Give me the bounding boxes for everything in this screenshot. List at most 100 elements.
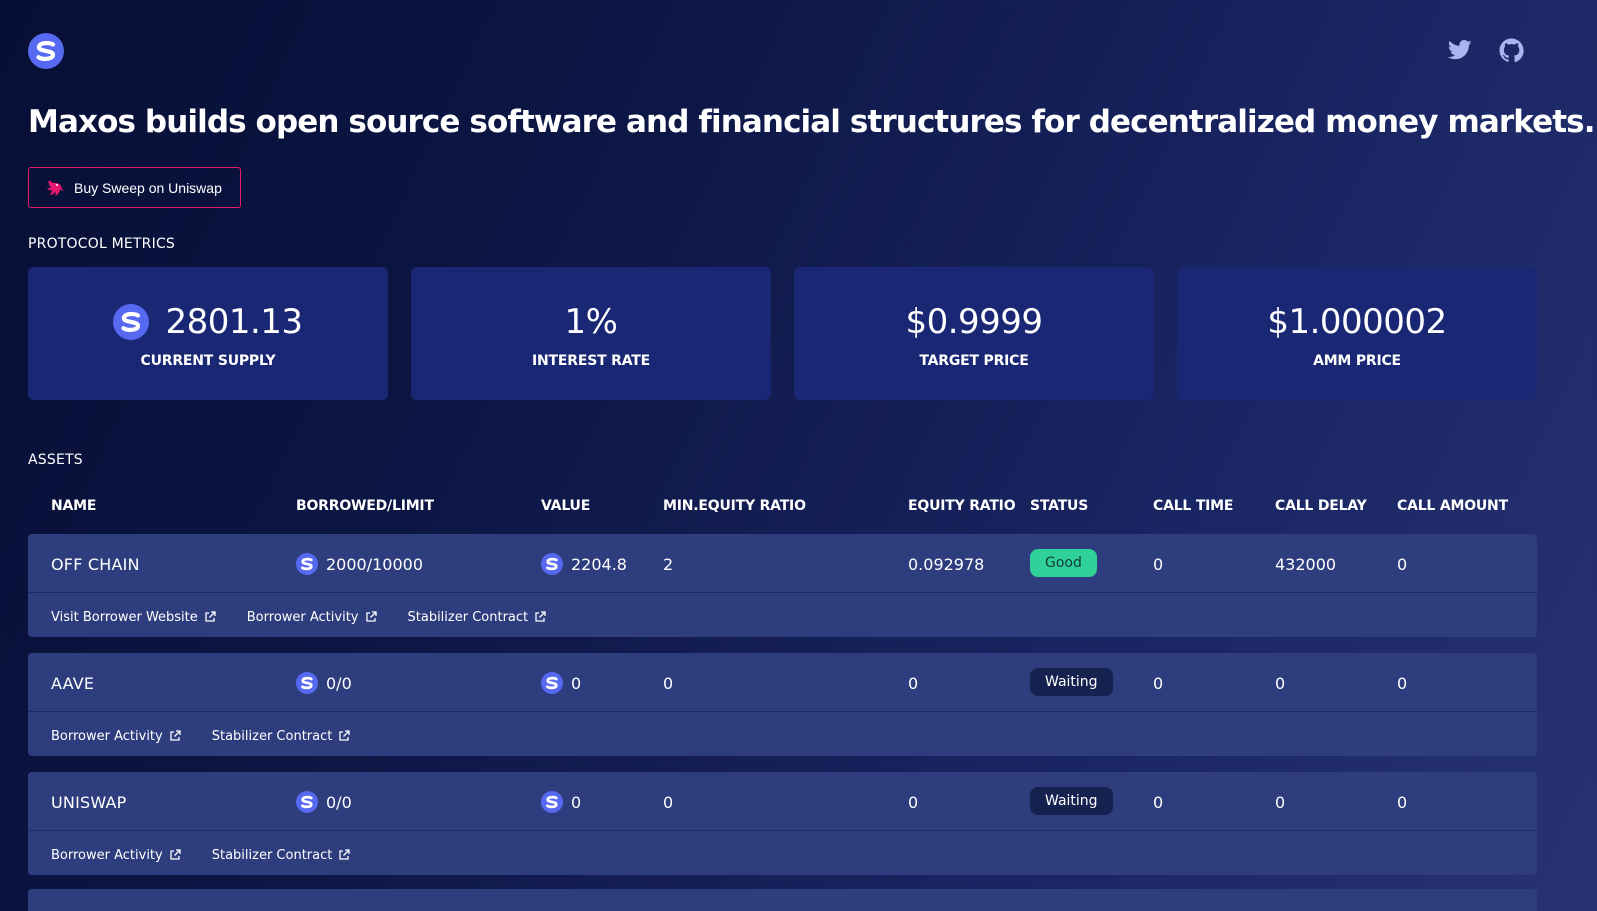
external-link-icon (204, 611, 216, 623)
asset-call-amount: 0 (1397, 673, 1408, 693)
asset-call-delay: 0 (1275, 673, 1286, 693)
metric-label: AMM PRICE (1313, 352, 1401, 369)
external-link-icon (169, 730, 181, 742)
asset-link[interactable]: Borrower Activity (51, 846, 181, 864)
sweep-logo-icon (296, 553, 318, 575)
asset-link-label: Borrower Activity (51, 728, 163, 744)
asset-call-delay: 0 (1275, 792, 1286, 812)
external-link-icon (534, 611, 546, 623)
uniswap-icon (44, 177, 66, 199)
asset-row-main: OFF CHAIN 2000/10000 2204.8 2 0.092978 Good 0 4… (28, 534, 1537, 593)
asset-link[interactable]: Stabilizer Contract (212, 846, 351, 864)
sweep-logo-icon (296, 791, 318, 813)
metric-value: 1% (564, 301, 618, 342)
asset-row: AAVE 0/0 0 0 0 Waiting 0 0 0 Borrower Activity Sta… (28, 653, 1537, 756)
asset-link-label: Borrower Activity (246, 609, 359, 625)
asset-link[interactable]: Stabilizer Contract (212, 727, 351, 745)
column-header-min-equity-ratio: MIN.EQUITY RATIO (663, 498, 806, 514)
asset-value-cell: 0 (541, 672, 582, 694)
column-header-status: STATUS (1030, 498, 1089, 514)
asset-borrowed-limit-cell: 2000/10000 (296, 553, 424, 575)
asset-link[interactable]: Borrower Activity (51, 727, 181, 745)
external-link-icon (169, 849, 181, 861)
asset-value-cell: 2204.8 (541, 553, 627, 575)
protocol-metrics-title: PROTOCOL METRICS (28, 236, 176, 252)
asset-call-time: 0 (1153, 792, 1164, 812)
metric-value: $0.9999 (905, 301, 1043, 342)
sweep-logo-icon[interactable] (28, 33, 64, 69)
external-link-icon (338, 849, 351, 861)
asset-borrowed-limit-cell: 0/0 (296, 791, 352, 813)
metric-card-interest-rate: 1% INTEREST RATE (411, 267, 771, 400)
asset-min-equity-ratio: 0 (663, 673, 674, 693)
metric-card-amm-price: $1.000002 AMM PRICE (1177, 267, 1537, 400)
metric-card-target-price: $0.9999 TARGET PRICE (794, 267, 1154, 400)
asset-call-amount: 0 (1397, 792, 1408, 812)
asset-row-partial (28, 889, 1537, 911)
metric-label: CURRENT SUPPLY (140, 352, 276, 369)
asset-name: OFF CHAIN (51, 554, 140, 574)
sweep-logo-icon (296, 672, 318, 694)
column-header-equity-ratio: EQUITY RATIO (908, 498, 1016, 514)
sweep-logo-icon (541, 553, 563, 575)
asset-link-label: Visit Borrower Website (51, 609, 198, 625)
asset-call-time: 0 (1153, 673, 1164, 693)
asset-row-main: AAVE 0/0 0 0 0 Waiting 0 0 0 (28, 653, 1537, 712)
asset-link[interactable]: Visit Borrower Website (51, 608, 216, 626)
metric-value: 2801.13 (165, 301, 303, 342)
asset-call-amount: 0 (1397, 554, 1408, 574)
asset-row: OFF CHAIN 2000/10000 2204.8 2 0.092978 Good 0 4… (28, 534, 1537, 637)
asset-links: Borrower Activity Stabilizer Contract (51, 846, 381, 864)
column-header-call-amount: CALL AMOUNT (1397, 498, 1508, 514)
metric-value-row: 2801.13 (113, 299, 303, 345)
asset-link-label: Borrower Activity (51, 847, 163, 863)
asset-equity-ratio: 0.092978 (908, 554, 985, 574)
asset-min-equity-ratio: 0 (663, 792, 674, 812)
column-header-value: VALUE (541, 498, 591, 514)
asset-links: Borrower Activity Stabilizer Contract (51, 727, 381, 745)
external-link-icon (365, 611, 377, 623)
metric-value: $1.000002 (1267, 301, 1447, 342)
status-badge: Good (1030, 549, 1097, 577)
asset-value: 0 (571, 792, 582, 812)
asset-link-label: Stabilizer Contract (211, 847, 333, 863)
asset-row-main: UNISWAP 0/0 0 0 0 Waiting 0 0 0 (28, 772, 1537, 831)
github-icon[interactable] (1497, 36, 1525, 64)
asset-min-equity-ratio: 2 (663, 554, 674, 574)
asset-borrowed-limit: 0/0 (326, 792, 352, 812)
column-header-call-time: CALL TIME (1153, 498, 1234, 514)
metrics-grid: 2801.13 CURRENT SUPPLY 1% INTEREST RATE … (28, 267, 1537, 400)
metric-card-current-supply: 2801.13 CURRENT SUPPLY (28, 267, 388, 400)
asset-borrowed-limit-cell: 0/0 (296, 672, 352, 694)
buy-sweep-label: Buy Sweep on Uniswap (74, 179, 222, 196)
metric-label: TARGET PRICE (919, 352, 1029, 369)
sweep-logo-icon (113, 303, 150, 340)
asset-link[interactable]: Borrower Activity (247, 608, 377, 626)
external-link-icon (338, 730, 351, 742)
asset-equity-ratio: 0 (908, 792, 919, 812)
twitter-icon[interactable] (1446, 36, 1474, 64)
page-headline: Maxos builds open source software and fi… (28, 104, 1596, 140)
asset-name: UNISWAP (51, 792, 127, 812)
metric-label: INTEREST RATE (532, 352, 650, 369)
asset-value: 2204.8 (571, 554, 627, 574)
asset-borrowed-limit: 2000/10000 (326, 554, 424, 574)
asset-call-delay: 432000 (1275, 554, 1337, 574)
buy-sweep-button[interactable]: Buy Sweep on Uniswap (28, 167, 241, 208)
sweep-logo-icon (541, 672, 563, 694)
assets-title: ASSETS (28, 452, 83, 468)
asset-links: Visit Borrower Website Borrower Activity S… (51, 608, 577, 626)
asset-value: 0 (571, 673, 582, 693)
asset-value-cell: 0 (541, 791, 582, 813)
asset-link-label: Stabilizer Contract (407, 609, 529, 625)
column-header-call-delay: CALL DELAY (1275, 498, 1367, 514)
asset-link-label: Stabilizer Contract (211, 728, 333, 744)
column-header-name: NAME (51, 498, 97, 514)
status-badge: Waiting (1030, 787, 1113, 815)
assets-table-header: NAME BORROWED/LIMIT VALUE MIN.EQUITY RAT… (28, 498, 1537, 518)
sweep-logo-icon (541, 791, 563, 813)
asset-row: UNISWAP 0/0 0 0 0 Waiting 0 0 0 Borrower Activity… (28, 772, 1537, 875)
status-badge: Waiting (1030, 668, 1113, 696)
asset-call-time: 0 (1153, 554, 1164, 574)
asset-link[interactable]: Stabilizer Contract (408, 608, 547, 626)
